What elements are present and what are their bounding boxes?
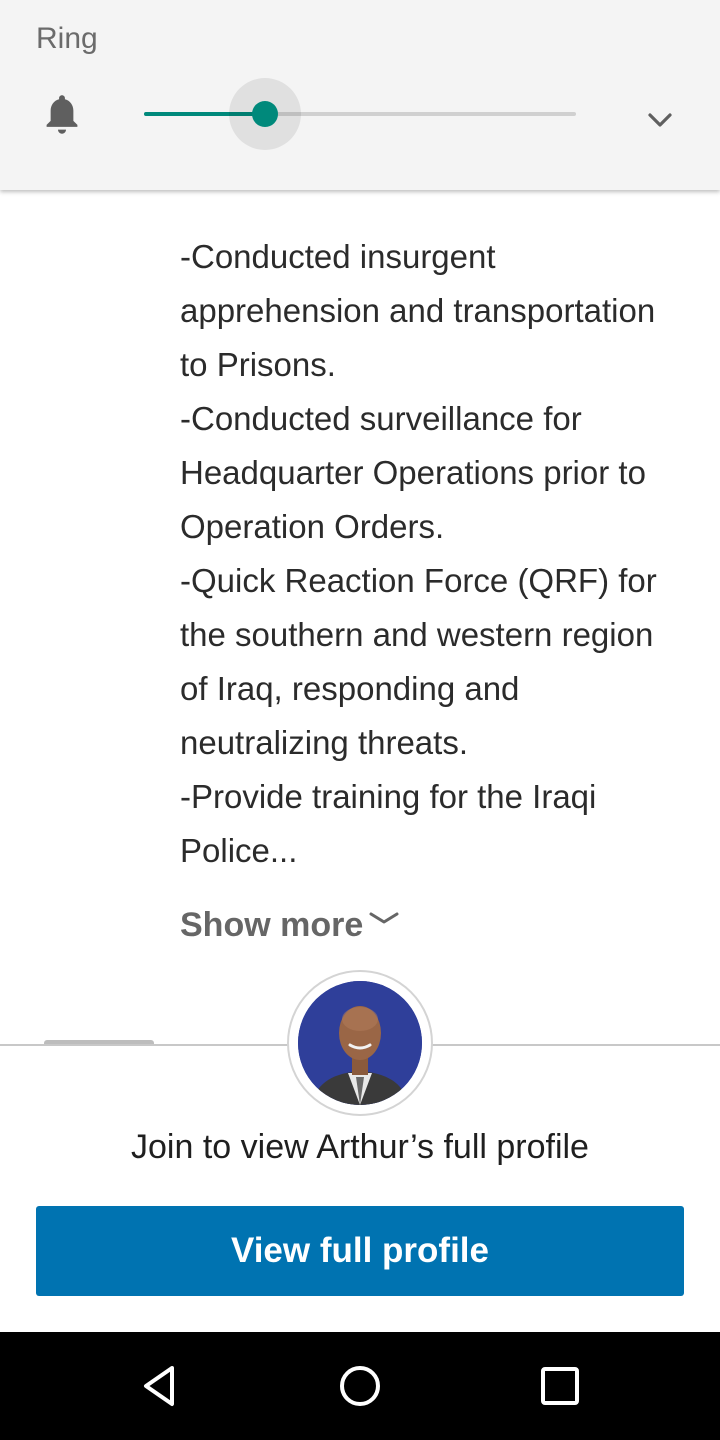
home-icon[interactable] (336, 1362, 384, 1410)
profile-avatar (287, 970, 433, 1116)
navigation-bar (0, 1332, 720, 1440)
ring-volume-slider[interactable] (144, 78, 576, 150)
view-full-profile-button[interactable]: View full profile (36, 1206, 684, 1296)
description-line: -Quick Reaction Force (QRF) for the sout… (180, 562, 657, 761)
person-photo-icon (298, 981, 422, 1105)
screen: Ring -Conducted insurgent apprehension a… (0, 0, 720, 1440)
description-line: -Conducted insurgent apprehension and tr… (180, 238, 656, 383)
description-line: -Conducted surveillance for Headquarter … (180, 400, 646, 545)
bell-icon[interactable] (40, 90, 84, 140)
experience-description: -Conducted insurgent apprehension and tr… (180, 230, 680, 878)
show-more-label: Show more (180, 906, 364, 944)
join-prompt-text: Join to view Arthur’s full profile (131, 1128, 589, 1166)
show-more-button[interactable]: Show more (180, 906, 401, 945)
chevron-down-icon (369, 912, 399, 924)
volume-panel: Ring (0, 0, 720, 190)
volume-stream-label: Ring (36, 22, 98, 55)
back-icon[interactable] (136, 1362, 184, 1410)
profile-photo (298, 981, 422, 1105)
slider-thumb[interactable] (251, 101, 278, 127)
recents-icon[interactable] (536, 1362, 584, 1410)
description-line: -Provide training for the Iraqi Police..… (180, 778, 597, 869)
chevron-down-icon[interactable] (640, 100, 680, 140)
